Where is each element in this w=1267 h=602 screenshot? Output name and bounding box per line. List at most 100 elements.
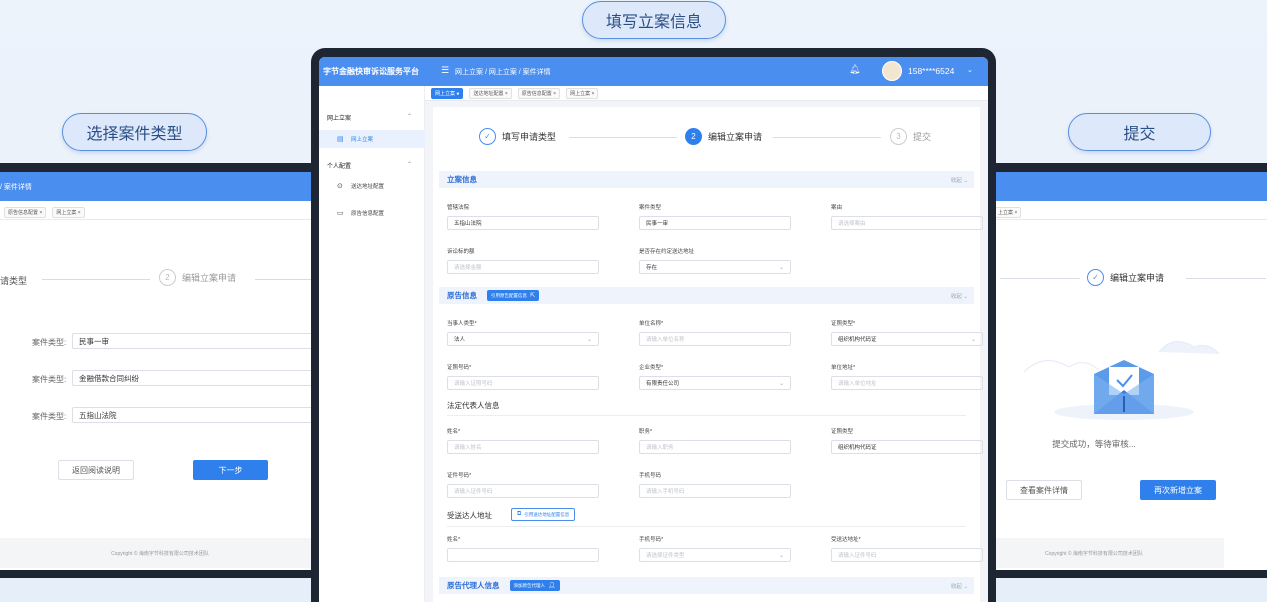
bell-icon[interactable]: 🔔︎ xyxy=(849,64,860,75)
license-type-chevron-icon: ⌄ xyxy=(970,336,976,343)
rep-id-label: 证件号码* xyxy=(447,473,472,479)
left-field-0-label: 案件类型: xyxy=(32,338,67,347)
right-screen: 上立案 × ✓ 编辑立案申请 提交成功，等待审核... 查看案件详情 再次新增立… xyxy=(964,172,1267,570)
org-name-field[interactable]: 请输入单位名称 xyxy=(639,332,791,346)
sidebar-item-plaintiff[interactable]: ▭ 原告信息配置 xyxy=(319,204,425,222)
case-type-label: 案件类型 xyxy=(639,205,662,211)
new-case-button[interactable]: 再次新增立案 xyxy=(1140,480,1216,500)
sidebar-group-filing[interactable]: 网上立案 xyxy=(327,113,351,122)
recipient-phone-select[interactable]: 请选择证件类型 ⌄ xyxy=(639,548,791,562)
right-footer: Copyright © 海南字节科技有限公司技术团队 xyxy=(964,538,1224,568)
rep-name-label: 姓名* xyxy=(447,429,461,435)
right-tab-row: 上立案 × xyxy=(964,205,1267,220)
rep-phone-field[interactable]: 请输入手机号码 xyxy=(639,484,791,498)
step-1-label: 填写申请类型 xyxy=(502,132,557,142)
section-filing-collapse[interactable]: 收起 ⌄ xyxy=(951,176,968,184)
org-address-label: 单位地址* xyxy=(831,365,856,371)
envelope-illustration-icon xyxy=(1023,341,1220,420)
party-type-chevron-icon: ⌄ xyxy=(586,336,592,343)
case-type-field[interactable]: 民事一审 xyxy=(639,216,791,230)
left-next-button[interactable]: 下一步 xyxy=(193,460,268,480)
use-plaintiff-config-button[interactable]: 引用原告配置信息 ⇱ xyxy=(487,290,540,301)
license-no-field[interactable]: 请输入证照号码 xyxy=(447,376,599,390)
center-device: 字节金融快审诉讼服务平台 ☰ 网上立案 / 网上立案 / 案件详情 🔔︎ 158… xyxy=(311,48,996,602)
left-step-2-label: 编辑立案申请 xyxy=(182,273,237,283)
org-address-field[interactable]: 请输入单位地址 xyxy=(831,376,983,390)
cause-label: 案由 xyxy=(831,205,843,211)
left-step-1: 请类型 xyxy=(0,276,28,286)
brand-title: 字节金融快审诉讼服务平台 xyxy=(323,67,419,76)
address-agreed-select[interactable]: 存在 ⌄ xyxy=(639,260,791,274)
rep-title-field[interactable]: 请输入职务 xyxy=(639,440,791,454)
recipient-name-field[interactable] xyxy=(447,548,599,562)
section-agent-info: 原告代理人信息 添加原告代理人 👤︎ 收起 ⌄ xyxy=(439,577,974,594)
step-3-num: 3 xyxy=(890,128,907,145)
section-plaintiff-info: 原告信息 引用原告配置信息 ⇱ 收起 ⌄ xyxy=(439,287,974,304)
user-chevron-down-icon[interactable]: ⌄ xyxy=(967,66,973,74)
section-agent-collapse[interactable]: 收起 ⌄ xyxy=(951,582,968,590)
right-step-check-icon: ✓ xyxy=(1087,269,1104,286)
center-tab-1[interactable]: 送达地址配置 × xyxy=(469,87,512,99)
court-field[interactable]: 五指山法院 xyxy=(447,216,599,230)
sidebar-item-address[interactable]: ⊙ 送达地址配置 xyxy=(319,177,425,195)
step-3: 3 提交 xyxy=(890,128,931,145)
avatar[interactable] xyxy=(882,61,902,81)
rep-id-field[interactable]: 请输入证件号码 xyxy=(447,484,599,498)
location-icon: ⊙ xyxy=(337,183,343,190)
rep-name-field[interactable]: 请输入姓名 xyxy=(447,440,599,454)
recipient-phone-label: 手机号码* xyxy=(639,537,664,543)
right-tab-0[interactable]: 上立案 × xyxy=(994,206,1022,218)
rep-phone-label: 手机号码 xyxy=(639,473,662,479)
recipient-name-label: 姓名* xyxy=(447,537,461,543)
label-select-case-type: 选择案件类型 xyxy=(62,113,207,151)
left-app-bar: / 案件详情 xyxy=(0,172,320,201)
left-tab-0[interactable]: 原告信息配置 × xyxy=(4,206,47,218)
center-tab-2[interactable]: 原告信息配置 × xyxy=(517,87,561,99)
add-user-icon: 👤︎ xyxy=(548,583,556,589)
rep-license-type-label: 证照类型 xyxy=(831,429,854,435)
amount-field[interactable]: 请选择金额 xyxy=(447,260,599,274)
right-step-label: 编辑立案申请 xyxy=(1110,273,1165,283)
sidebar-item-address-label: 送达地址配置 xyxy=(351,184,385,190)
recipient-address-label: 受送达地址* xyxy=(831,537,861,543)
address-agreed-chevron-icon: ⌄ xyxy=(778,264,784,271)
left-field-2-value[interactable]: 五指山法院 xyxy=(72,407,320,423)
section-agent-title: 原告代理人信息 xyxy=(447,581,500,590)
center-tab-0[interactable]: 网上立案 ● xyxy=(431,87,464,99)
filing-icon: ▤ xyxy=(337,136,344,143)
step-1-check-icon: ✓ xyxy=(479,128,496,145)
party-type-select[interactable]: 法人 ⌄ xyxy=(447,332,599,346)
left-field-0-value[interactable]: 民事一审 xyxy=(72,333,320,349)
left-field-1-value[interactable]: 金融借款合同纠纷 xyxy=(72,370,320,386)
menu-icon[interactable]: ☰ xyxy=(441,65,449,76)
left-screen: / 案件详情 原告信息配置 × 网上立案 × 请类型 2 编辑立案申请 案件类型… xyxy=(0,172,320,570)
sidebar-group-personal-chevron-icon[interactable]: ⌃ xyxy=(407,161,412,168)
form-card: ✓ 填写申请类型 2 编辑立案申请 3 提交 立案信息 收起 ⌄ 管辖法院 五指… xyxy=(433,107,983,602)
company-type-select[interactable]: 有限责任公司 ⌄ xyxy=(639,376,791,390)
company-type-label: 企业类型* xyxy=(639,365,664,371)
cause-field[interactable]: 请选择案由 xyxy=(831,216,983,230)
license-type-select[interactable]: 组织机构代码证 ⌄ xyxy=(831,332,983,346)
legal-rep-divider xyxy=(447,415,966,416)
rep-title-label: 职务* xyxy=(639,429,653,435)
right-app-bar xyxy=(964,172,1267,201)
main-area: ✓ 填写申请类型 2 编辑立案申请 3 提交 立案信息 收起 ⌄ 管辖法院 五指… xyxy=(425,101,988,602)
user-phone[interactable]: 158****6524 xyxy=(908,66,954,76)
left-tab-1[interactable]: 网上立案 × xyxy=(52,206,85,218)
copy-icon: ⧉ xyxy=(517,511,522,517)
view-case-button[interactable]: 查看案件详情 xyxy=(1006,480,1082,500)
legal-rep-title: 法定代表人信息 xyxy=(447,401,500,410)
section-plaintiff-collapse[interactable]: 收起 ⌄ xyxy=(951,292,968,300)
left-back-button[interactable]: 返回阅读说明 xyxy=(58,460,134,480)
use-address-config-button[interactable]: ⧉ 引用送达地址配置信息 xyxy=(511,508,576,521)
sidebar-group-filing-chevron-icon[interactable]: ⌃ xyxy=(407,113,412,120)
step-2-label: 编辑立案申请 xyxy=(708,132,763,142)
rep-license-type-field[interactable]: 组织机构代码证 xyxy=(831,440,983,454)
center-tab-3[interactable]: 网上立案 × xyxy=(566,87,599,99)
add-agent-button[interactable]: 添加原告代理人 👤︎ xyxy=(509,580,560,591)
recipient-address-field[interactable]: 请输入证件号码 xyxy=(831,548,983,562)
license-type-label: 证照类型* xyxy=(831,321,856,327)
sidebar-item-filing[interactable]: ▤ 网上立案 xyxy=(319,130,425,148)
right-step-line-1 xyxy=(1000,278,1080,279)
sidebar-group-personal[interactable]: 个人配置 xyxy=(327,161,351,170)
